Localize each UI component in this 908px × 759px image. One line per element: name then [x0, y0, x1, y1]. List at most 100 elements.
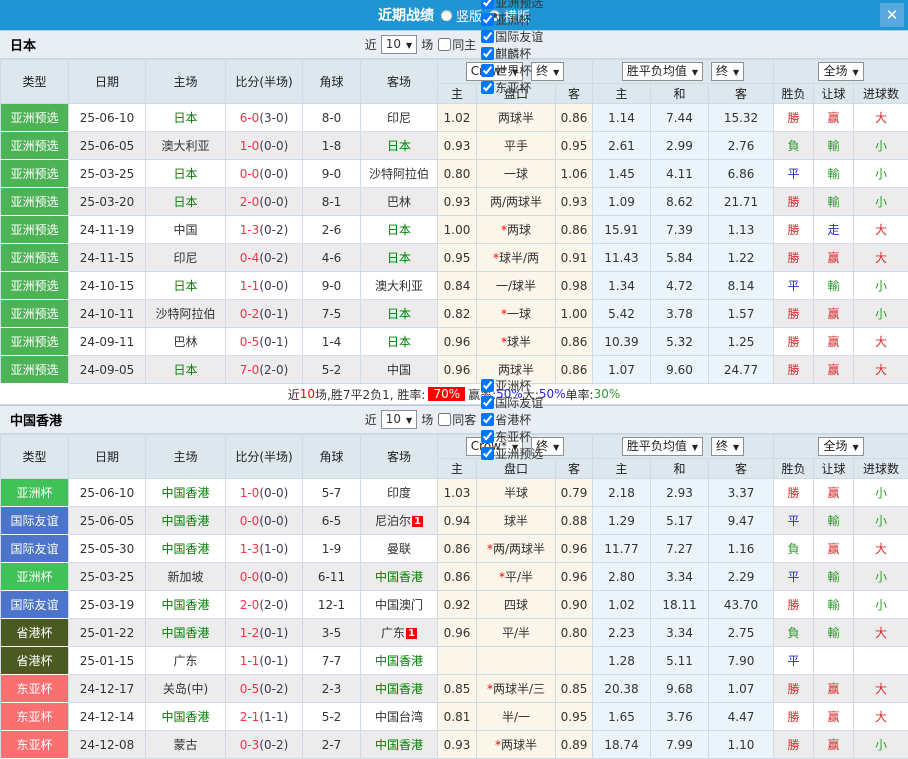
- match-count-select[interactable]: 10: [381, 35, 417, 54]
- half-score: (0-0): [259, 514, 288, 528]
- match-type-badge: 国际友谊: [1, 535, 69, 563]
- league-checkbox[interactable]: [481, 379, 494, 392]
- away-team: 中国香港: [361, 563, 438, 591]
- result-goals: [854, 647, 908, 675]
- scope-select[interactable]: 全场: [818, 437, 863, 456]
- odds-away: 0.91: [556, 244, 593, 272]
- home-team: 日本: [146, 104, 226, 132]
- half-score: (0-2): [259, 738, 288, 752]
- odds-away: [556, 647, 593, 675]
- handicap-line: *平/半: [477, 563, 556, 591]
- home-team: 沙特阿拉伯: [146, 300, 226, 328]
- league-checkbox[interactable]: [481, 396, 494, 409]
- col-score: 比分(半场): [226, 60, 303, 104]
- full-score: 0-0: [240, 167, 260, 181]
- scope-select[interactable]: 全场: [818, 62, 863, 81]
- league-filter[interactable]: 国际友谊: [476, 394, 543, 411]
- home-team: 日本: [146, 160, 226, 188]
- col-goals: 进球数: [854, 84, 908, 104]
- same-venue-checkbox[interactable]: [438, 413, 451, 426]
- col-outcome: 胜负: [774, 459, 814, 479]
- avg-away: 9.47: [709, 507, 774, 535]
- full-score: 2-1: [240, 710, 260, 724]
- full-score: 7-0: [240, 363, 260, 377]
- league-filter[interactable]: 东亚杯: [476, 79, 543, 96]
- odds-away: 1.06: [556, 160, 593, 188]
- close-icon[interactable]: ✕: [880, 3, 904, 27]
- result-handicap: 走: [814, 216, 854, 244]
- avg-away: 1.57: [709, 300, 774, 328]
- result-group-header: 全场: [774, 435, 908, 459]
- half-score: (0-0): [259, 195, 288, 209]
- home-team: 中国香港: [146, 619, 226, 647]
- league-filter[interactable]: 麒麟杯: [476, 45, 543, 62]
- avg-home: 1.14: [593, 104, 651, 132]
- league-filter[interactable]: 亚洲预选: [476, 0, 543, 11]
- match-type-badge: 亚洲预选: [1, 356, 69, 384]
- league-checkbox[interactable]: [481, 413, 494, 426]
- filter-games-label: 场: [421, 36, 433, 53]
- avg-source-select[interactable]: 胜平负均值: [622, 62, 703, 81]
- handicap-line: 半球: [477, 479, 556, 507]
- result-handicap: 赢: [814, 244, 854, 272]
- avg-stage-select[interactable]: 终: [711, 437, 744, 456]
- same-venue-filter[interactable]: 同客: [433, 411, 476, 428]
- full-score: 2-0: [240, 598, 260, 612]
- result-handicap: 輸: [814, 132, 854, 160]
- league-filter[interactable]: 世界杯: [476, 62, 543, 79]
- avg-source-select[interactable]: 胜平负均值: [622, 437, 703, 456]
- league-checkbox[interactable]: [481, 47, 494, 60]
- avg-draw: 7.27: [651, 535, 709, 563]
- league-filter[interactable]: 国际友谊: [476, 28, 543, 45]
- league-filter[interactable]: 亚洲杯: [476, 377, 543, 394]
- result-outcome: 勝: [774, 300, 814, 328]
- league-filter[interactable]: 省港杯: [476, 411, 543, 428]
- match-score: 0-5(0-2): [226, 675, 303, 703]
- league-checkbox[interactable]: [481, 64, 494, 77]
- league-checkbox[interactable]: [481, 30, 494, 43]
- full-score: 1-1: [240, 654, 260, 668]
- league-checkbox[interactable]: [481, 447, 494, 460]
- same-venue-filter[interactable]: 同主: [433, 36, 476, 53]
- match-score: 1-0(0-0): [226, 132, 303, 160]
- match-type-badge: 东亚杯: [1, 675, 69, 703]
- result-outcome: 勝: [774, 703, 814, 731]
- league-checkbox[interactable]: [481, 13, 494, 26]
- league-filter[interactable]: 东亚杯: [476, 428, 543, 445]
- match-score: 0-5(0-1): [226, 328, 303, 356]
- match-score: 0-2(0-1): [226, 300, 303, 328]
- corner-score: 2-6: [303, 216, 361, 244]
- result-handicap: 赢: [814, 356, 854, 384]
- match-table-body: 亚洲杯25-06-10中国香港1-0(0-0)5-7印度1.03半球0.792.…: [1, 479, 908, 759]
- match-date: 24-11-19: [69, 216, 146, 244]
- result-handicap: 赢: [814, 703, 854, 731]
- summary-text: 单率:: [566, 386, 594, 403]
- avg-away: 8.14: [709, 272, 774, 300]
- result-handicap: 赢: [814, 479, 854, 507]
- match-score: 0-0(0-0): [226, 507, 303, 535]
- league-checkbox[interactable]: [481, 81, 494, 94]
- section-japan: 日本 近 10 场 同主 亚洲预选亚洲杯国际友谊麒麟杯世界杯东亚杯 类型 日期 …: [0, 30, 908, 405]
- avg-stage-select[interactable]: 终: [711, 62, 744, 81]
- match-score: 1-3(1-0): [226, 535, 303, 563]
- league-filter[interactable]: 亚洲预选: [476, 445, 543, 462]
- avg-home: 11.43: [593, 244, 651, 272]
- match-type-badge: 省港杯: [1, 619, 69, 647]
- match-date: 24-12-08: [69, 731, 146, 759]
- match-count-select[interactable]: 10: [381, 410, 417, 429]
- odds-away: 0.98: [556, 272, 593, 300]
- handicap-line: 四球: [477, 591, 556, 619]
- avg-draw: 9.60: [651, 356, 709, 384]
- section-team-name: 日本: [10, 35, 36, 54]
- league-checkbox[interactable]: [481, 430, 494, 443]
- same-venue-checkbox[interactable]: [438, 38, 451, 51]
- col-date: 日期: [69, 60, 146, 104]
- avg-home: 1.07: [593, 356, 651, 384]
- league-filter[interactable]: 亚洲杯: [476, 11, 543, 28]
- avg-draw: 2.93: [651, 479, 709, 507]
- avg-away: 7.90: [709, 647, 774, 675]
- match-type-badge: 国际友谊: [1, 507, 69, 535]
- league-checkbox[interactable]: [481, 0, 494, 9]
- odds-away: 0.79: [556, 479, 593, 507]
- corner-score: 8-1: [303, 188, 361, 216]
